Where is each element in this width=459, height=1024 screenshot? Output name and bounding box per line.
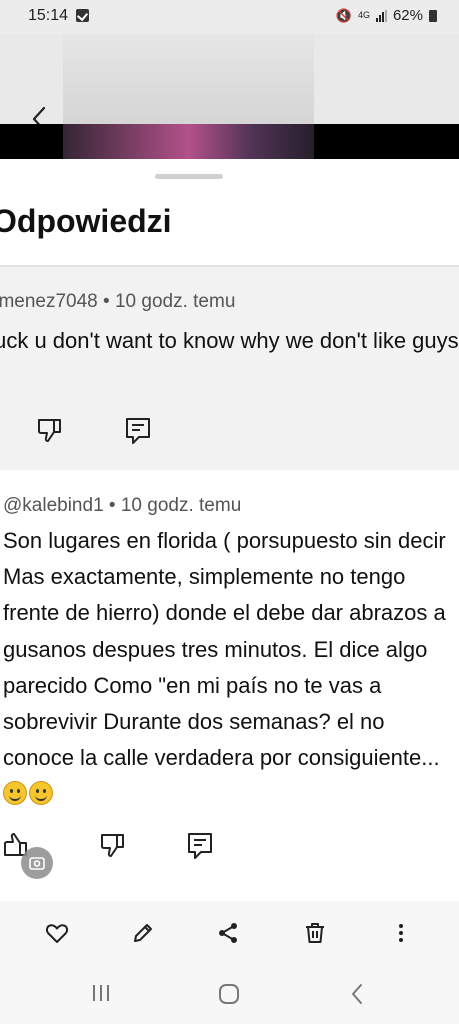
system-navigation-bar [0, 965, 459, 1024]
screenshot-icon [29, 857, 45, 870]
video-frame-bottom [63, 124, 314, 159]
comment-author[interactable]: @kalebind1 [3, 495, 104, 516]
share-icon[interactable] [216, 921, 240, 945]
video-player[interactable] [0, 34, 459, 160]
video-letterbox [0, 124, 459, 159]
meta-separator: • [108, 495, 116, 516]
sheet-title: Odpowiedzi [0, 203, 172, 239]
network-type: 4G [357, 10, 370, 20]
smile-emoji-icon [3, 781, 27, 806]
battery-level: 62% [392, 7, 423, 24]
pencil-icon[interactable] [131, 921, 155, 945]
thumbs-down-icon[interactable] [36, 416, 64, 444]
comment-author[interactable]: jimenez7048 [0, 291, 98, 312]
notification-check-icon [76, 9, 89, 22]
trash-icon[interactable] [303, 921, 327, 945]
screenshot-toolbar-button[interactable] [21, 847, 53, 879]
smile-emoji-icon [29, 781, 53, 806]
more-vert-icon[interactable] [389, 921, 413, 945]
recent-apps-icon[interactable] [91, 983, 111, 1003]
comment-time: 10 godz. temu [120, 495, 242, 516]
reply-comment: @kalebind1 • 10 godz. temu Son lugares e… [0, 470, 459, 901]
comment-meta: @kalebind1 • 10 godz. temu [3, 495, 241, 517]
comment-body: fuck u don't want to know why we don't l… [0, 328, 459, 353]
comment-icon[interactable] [125, 417, 151, 445]
comment-body: Son lugares en florida ( porsupuesto sin… [3, 523, 458, 813]
comment-icon[interactable] [187, 832, 213, 860]
drag-handle[interactable] [155, 174, 223, 179]
parent-comment: jimenez7048 • 10 godz. temu fuck u don't… [0, 267, 459, 470]
comment-meta: jimenez7048 • 10 godz. temu [0, 291, 235, 313]
status-indicators: 🔇 4G 62% [336, 7, 437, 24]
home-icon[interactable] [218, 983, 240, 1005]
status-time: 15:14 [28, 7, 69, 24]
status-bar: 15:14 🔇 4G 62% [0, 0, 459, 34]
comment-time: 10 godz. temu [114, 291, 236, 312]
battery-icon [429, 9, 437, 22]
replies-sheet: Odpowiedzi jimenez7048 • 10 godz. temu f… [0, 159, 459, 901]
meta-separator: • [103, 291, 110, 312]
heart-icon[interactable] [45, 921, 69, 945]
signal-icon [375, 9, 387, 22]
image-action-bar [0, 901, 459, 965]
back-nav-icon[interactable] [349, 983, 365, 1005]
mute-icon: 🔇 [335, 7, 352, 23]
comment-text: Son lugares en florida ( porsupuesto sin… [3, 528, 446, 771]
thumbs-down-icon[interactable] [99, 831, 127, 859]
